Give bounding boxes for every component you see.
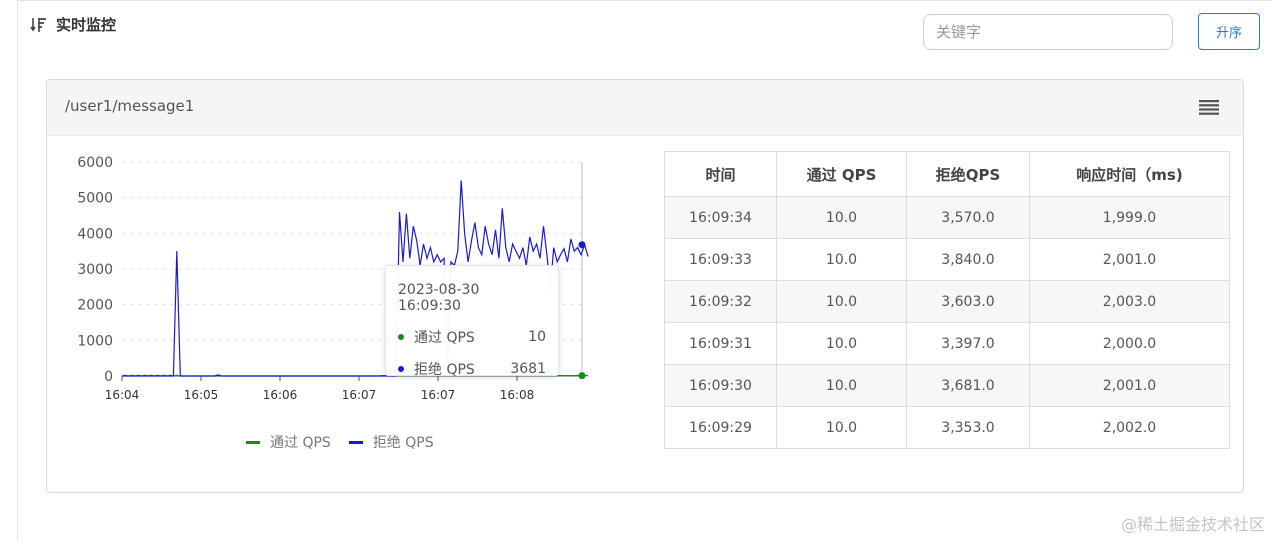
cell-time: 16:09:33: [664, 238, 777, 281]
legend-item-pass[interactable]: 通过 QPS: [246, 432, 331, 452]
menu-icon[interactable]: [1199, 99, 1219, 115]
table-row: 16:09:33 10.0 3,840.0 2,001.0: [664, 238, 1230, 281]
cell-rt: 1,999.0: [1029, 196, 1230, 239]
cell-rt: 2,002.0: [1029, 406, 1230, 449]
col-header-rt: 响应时间（ms): [1029, 151, 1230, 197]
metrics-table: 时间 通过 QPS 拒绝QPS 响应时间（ms) 16:09:34 10.0 3…: [664, 151, 1230, 449]
cell-block-qps: 3,681.0: [906, 364, 1030, 407]
cell-time: 16:09:29: [664, 406, 777, 449]
keyword-search-input[interactable]: [923, 14, 1173, 50]
table-row: 16:09:29 10.0 3,353.0 2,002.0: [664, 406, 1230, 449]
cell-pass-qps: 10.0: [776, 406, 907, 449]
resource-name: /user1/message1: [65, 97, 195, 115]
hover-point-pass-qps: [578, 372, 586, 380]
table-row: 16:09:31 10.0 3,397.0 2,000.0: [664, 322, 1230, 365]
tooltip-row-pass: 通过 QPS 10: [398, 327, 546, 347]
cell-rt: 2,003.0: [1029, 280, 1230, 323]
legend-item-block[interactable]: 拒绝 QPS: [348, 432, 434, 452]
panel-header: /user1/message1: [47, 80, 1243, 136]
cell-pass-qps: 10.0: [776, 196, 907, 239]
y-tick-label: 6000: [77, 155, 113, 171]
cell-time: 16:09:31: [664, 322, 777, 365]
tooltip-dot-pass: [398, 334, 404, 340]
cell-block-qps: 3,603.0: [906, 280, 1030, 323]
legend-label-block: 拒绝 QPS: [372, 435, 434, 451]
sort-icon[interactable]: [30, 16, 48, 34]
tooltip-row-block: 拒绝 QPS 3681: [398, 359, 546, 379]
y-tick-label: 2000: [77, 298, 113, 314]
x-tick-label: 16:06: [263, 388, 298, 402]
x-tick-label: 16:08: [500, 388, 535, 402]
page-title: 实时监控: [56, 16, 117, 34]
tooltip-value-block: 3681: [510, 361, 546, 377]
cell-block-qps: 3,840.0: [906, 238, 1030, 281]
y-tick-label: 4000: [77, 226, 113, 242]
y-tick-label: 1000: [77, 333, 113, 349]
table-row: 16:09:30 10.0 3,681.0 2,001.0: [664, 364, 1230, 407]
hover-point-block-qps: [578, 241, 586, 249]
cell-block-qps: 3,570.0: [906, 196, 1030, 239]
col-header-time: 时间: [664, 151, 777, 197]
tooltip-name-pass: 通过 QPS: [414, 330, 475, 346]
cell-rt: 2,001.0: [1029, 364, 1230, 407]
cell-pass-qps: 10.0: [776, 364, 907, 407]
legend-label-pass: 通过 QPS: [270, 435, 331, 451]
x-tick-label: 16:07: [421, 388, 456, 402]
x-tick-label: 16:07: [342, 388, 377, 402]
page-header: 实时监控: [30, 14, 116, 35]
cell-pass-qps: 10.0: [776, 238, 907, 281]
tooltip-time: 2023-08-30 16:09:30: [398, 282, 480, 314]
x-tick-label: 16:04: [105, 388, 140, 402]
y-tick-label: 3000: [77, 262, 113, 278]
col-header-block-qps: 拒绝QPS: [906, 151, 1030, 197]
sort-ascending-button[interactable]: 升序: [1198, 13, 1260, 50]
tooltip-dot-block: [398, 366, 404, 372]
y-tick-label: 5000: [77, 191, 113, 207]
chart-legend: 通过 QPS 拒绝 QPS: [246, 432, 434, 452]
watermark: @稀土掘金技术社区: [1120, 515, 1265, 534]
tooltip-name-block: 拒绝 QPS: [414, 362, 475, 378]
y-tick-label: 0: [104, 369, 113, 385]
x-tick-label: 16:05: [184, 388, 219, 402]
tooltip-value-pass: 10: [528, 329, 546, 345]
cell-rt: 2,000.0: [1029, 322, 1230, 365]
cell-rt: 2,001.0: [1029, 238, 1230, 281]
cell-block-qps: 3,353.0: [906, 406, 1030, 449]
cell-time: 16:09:30: [664, 364, 777, 407]
table-header-row: 时间 通过 QPS 拒绝QPS 响应时间（ms): [664, 151, 1230, 197]
cell-block-qps: 3,397.0: [906, 322, 1030, 365]
legend-swatch-block: [348, 440, 363, 444]
cell-time: 16:09:32: [664, 280, 777, 323]
cell-pass-qps: 10.0: [776, 322, 907, 365]
table-row: 16:09:32 10.0 3,603.0 2,003.0: [664, 280, 1230, 323]
col-header-pass-qps: 通过 QPS: [776, 151, 907, 197]
cell-pass-qps: 10.0: [776, 280, 907, 323]
table-row: 16:09:34 10.0 3,570.0 1,999.0: [664, 196, 1230, 239]
cell-time: 16:09:34: [664, 196, 777, 239]
legend-swatch-pass: [246, 440, 260, 444]
chart-tooltip: 2023-08-30 16:09:30 通过 QPS 10 拒绝 QPS 368…: [385, 265, 559, 379]
